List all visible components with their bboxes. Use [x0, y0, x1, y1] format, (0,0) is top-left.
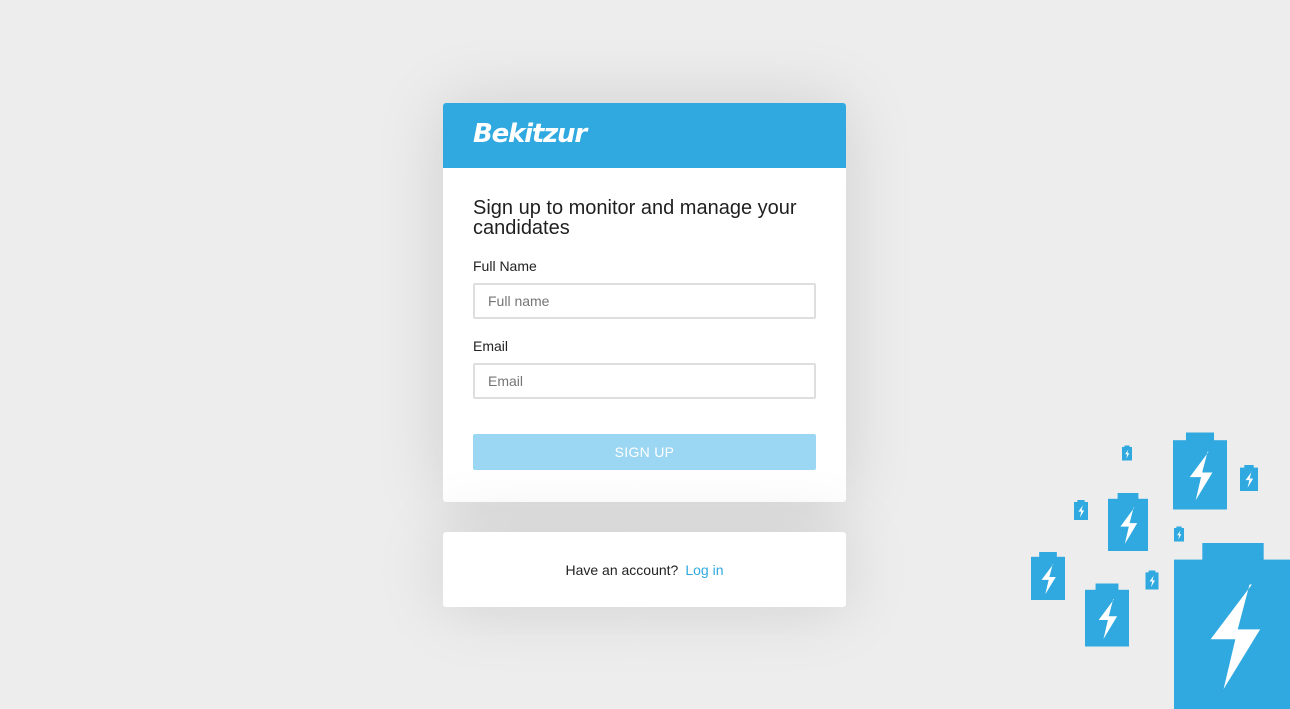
page: Bekitzur Sign up to monitor and manage y…	[0, 0, 1290, 709]
email-input[interactable]	[473, 363, 816, 399]
battery-icon-small-3	[1074, 500, 1088, 520]
battery-icon-small-4	[1174, 526, 1184, 542]
battery-icon-left	[1031, 552, 1065, 600]
email-label: Email	[473, 338, 509, 354]
bekitzur-logo: Bekitzur	[473, 119, 587, 149]
login-card: Have an account? Log in	[443, 532, 846, 607]
full-name-label: Full Name	[473, 258, 537, 274]
battery-icon-small-2	[1240, 465, 1258, 491]
login-prompt: Have an account?	[565, 561, 679, 578]
log-in-link[interactable]: Log in	[685, 562, 723, 578]
card-header: Bekitzur	[443, 103, 846, 168]
battery-icon-small-1	[1122, 445, 1132, 461]
battery-icon-top	[1173, 432, 1227, 510]
signup-headline: Sign up to monitor and manage your candi…	[473, 197, 797, 239]
sign-up-button[interactable]: SIGN UP	[473, 434, 816, 470]
full-name-input[interactable]	[473, 283, 816, 319]
battery-icon-mid	[1108, 493, 1148, 551]
signup-form: Sign up to monitor and manage your candi…	[443, 168, 846, 470]
signup-card: Bekitzur Sign up to monitor and manage y…	[443, 103, 846, 502]
battery-icon-large	[1174, 543, 1290, 709]
battery-icon-bottom	[1085, 583, 1129, 647]
battery-icon-small-5	[1145, 570, 1159, 590]
